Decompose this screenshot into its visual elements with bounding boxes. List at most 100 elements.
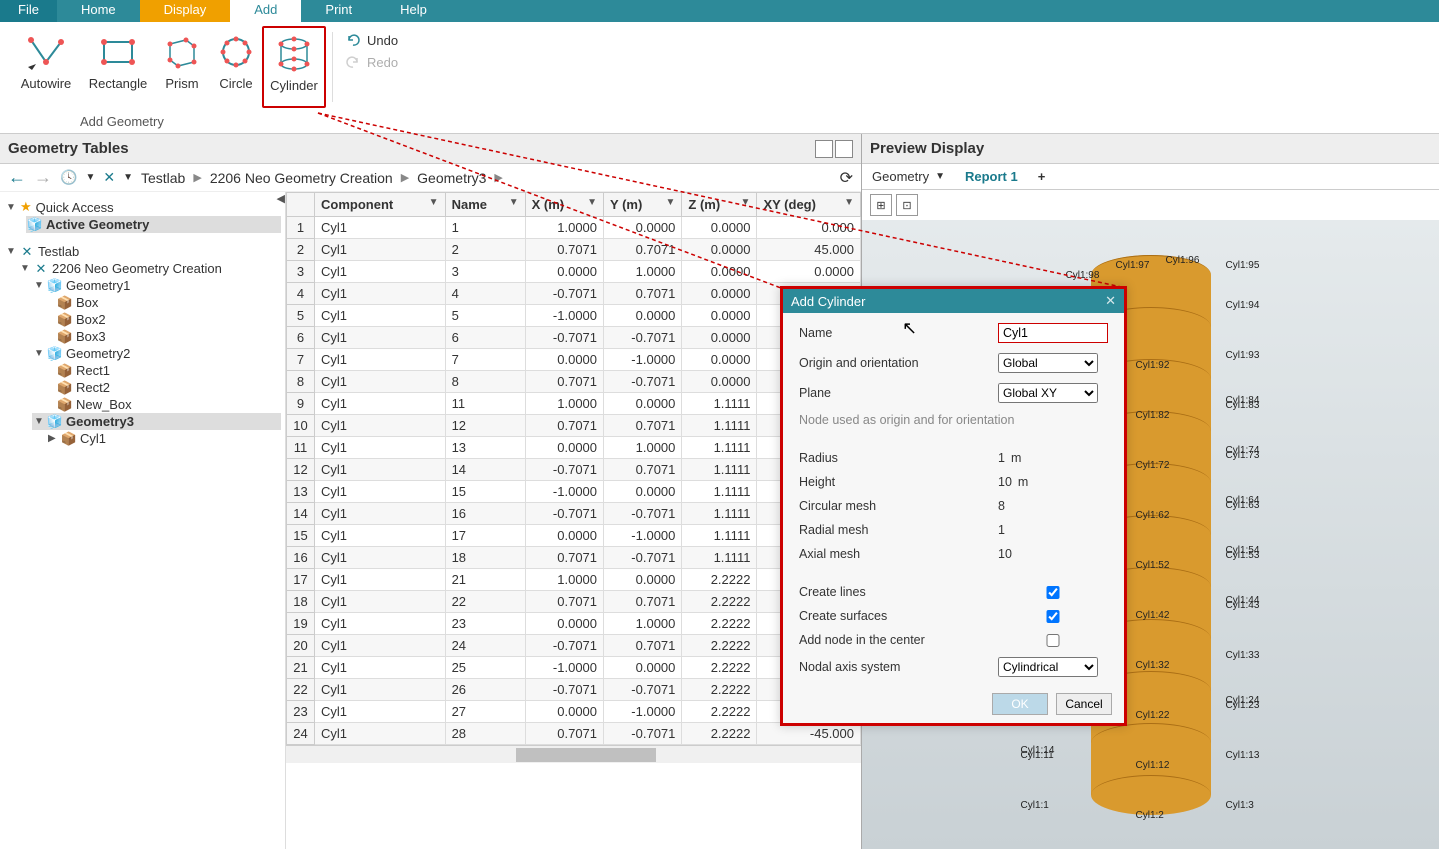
name-field[interactable]: [998, 323, 1108, 343]
tree-testlab[interactable]: ▼✕Testlab: [4, 243, 281, 260]
crumb-geometry[interactable]: Geometry3: [417, 170, 486, 186]
undo-button[interactable]: Undo: [345, 32, 398, 48]
menu-file[interactable]: File: [0, 0, 57, 22]
axial-label: Axial mesh: [799, 547, 990, 561]
reload-icon[interactable]: ⟳: [840, 168, 853, 188]
cancel-button[interactable]: Cancel: [1056, 693, 1112, 715]
nav-back-icon[interactable]: ←: [8, 167, 26, 188]
tree-geometry2[interactable]: ▼🧊Geometry2: [32, 345, 281, 362]
col-2[interactable]: Name ▼: [445, 193, 525, 217]
col-1[interactable]: Component ▼: [315, 193, 446, 217]
tree-cyl1[interactable]: ▶📦Cyl1: [46, 430, 281, 447]
node-label: Cyl1:13: [1226, 750, 1260, 761]
tab-report1[interactable]: Report 1: [955, 165, 1028, 188]
data-table: Component ▼Name ▼X (m) ▼Y (m) ▼Z (m) ▼XY…: [286, 192, 861, 849]
dropdown-icon[interactable]: ▼: [123, 172, 133, 183]
table-row[interactable]: 17Cyl1211.00000.00002.2222: [287, 569, 861, 591]
table-row[interactable]: 16Cyl1180.7071-0.70711.1111: [287, 547, 861, 569]
plane-select[interactable]: Global XY: [998, 383, 1098, 403]
node-label: Cyl1:3: [1226, 800, 1254, 811]
table-row[interactable]: 18Cyl1220.70710.70712.2222: [287, 591, 861, 613]
radius-label: Radius: [799, 451, 990, 465]
tree-geometry3[interactable]: ▼🧊Geometry3: [32, 413, 281, 430]
col-4[interactable]: Y (m) ▼: [604, 193, 682, 217]
testlab-icon[interactable]: ✕: [103, 169, 115, 186]
menubar: File Home Display Add Print Help: [0, 0, 1439, 22]
dialog-titlebar[interactable]: Add Cylinder ✕: [783, 289, 1124, 313]
table-row[interactable]: 22Cyl126-0.7071-0.70712.2222-135.000: [287, 679, 861, 701]
node-label: Cyl1:42: [1136, 610, 1170, 621]
origin-select[interactable]: Global: [998, 353, 1098, 373]
table-row[interactable]: 1Cyl111.00000.00000.00000.000: [287, 217, 861, 239]
table-row[interactable]: 14Cyl116-0.7071-0.70711.1111: [287, 503, 861, 525]
geometry-tables-title: Geometry Tables: [8, 140, 129, 157]
table-row[interactable]: 21Cyl125-1.00000.00002.2222-180.000: [287, 657, 861, 679]
table-row[interactable]: 9Cyl1111.00000.00001.1111: [287, 393, 861, 415]
tree-geometry1[interactable]: ▼🧊Geometry1: [32, 277, 281, 294]
menu-home[interactable]: Home: [57, 0, 140, 22]
prism-button[interactable]: Prism: [154, 26, 210, 97]
col-0[interactable]: [287, 193, 315, 217]
menu-help[interactable]: Help: [376, 0, 451, 22]
table-row[interactable]: 4Cyl14-0.70710.70710.0000: [287, 283, 861, 305]
table-row[interactable]: 12Cyl114-0.70710.70711.1111: [287, 459, 861, 481]
tree-rect2[interactable]: 📦Rect2: [56, 379, 281, 396]
history-icon[interactable]: 🕓: [60, 169, 77, 186]
table-row[interactable]: 8Cyl180.7071-0.70710.0000: [287, 371, 861, 393]
history-dropdown-icon[interactable]: ▼: [85, 172, 95, 183]
tree-box3[interactable]: 📦Box3: [56, 328, 281, 345]
ok-button[interactable]: OK: [992, 693, 1048, 715]
tree-rect1[interactable]: 📦Rect1: [56, 362, 281, 379]
table-row[interactable]: 6Cyl16-0.7071-0.70710.0000: [287, 327, 861, 349]
table-row[interactable]: 15Cyl1170.0000-1.00001.1111: [287, 525, 861, 547]
table-row[interactable]: 11Cyl1130.00001.00001.1111: [287, 437, 861, 459]
tree-box[interactable]: 📦Box: [56, 294, 281, 311]
table-row[interactable]: 19Cyl1230.00001.00002.2222: [287, 613, 861, 635]
tab-add[interactable]: +: [1028, 165, 1056, 188]
col-3[interactable]: X (m) ▼: [525, 193, 603, 217]
nodal-select[interactable]: Cylindrical: [998, 657, 1098, 677]
table-row[interactable]: 20Cyl124-0.70710.70712.2222: [287, 635, 861, 657]
tree-project[interactable]: ▼✕2206 Neo Geometry Creation: [18, 260, 281, 277]
table-row[interactable]: 7Cyl170.0000-1.00000.0000: [287, 349, 861, 371]
toolbar-btn-1[interactable]: ⊞: [870, 194, 892, 216]
menu-display[interactable]: Display: [140, 0, 231, 22]
col-6[interactable]: XY (deg) ▼: [757, 193, 861, 217]
layout-single-icon[interactable]: [835, 140, 853, 158]
table-row[interactable]: 10Cyl1120.70710.70711.1111: [287, 415, 861, 437]
origin-note: Node used as origin and for orientation: [799, 413, 1108, 427]
tree-collapse-icon[interactable]: ◀: [277, 192, 285, 205]
center-checkbox[interactable]: [998, 634, 1108, 647]
box-icon: 📦: [58, 381, 72, 395]
tree-newbox[interactable]: 📦New_Box: [56, 396, 281, 413]
table-row[interactable]: 24Cyl1280.7071-0.70712.2222-45.000: [287, 723, 861, 745]
table-row[interactable]: 5Cyl15-1.00000.00000.0000: [287, 305, 861, 327]
crumb-project[interactable]: 2206 Neo Geometry Creation: [210, 170, 393, 186]
tab-geometry[interactable]: Geometry▼: [862, 165, 955, 188]
autowire-label: Autowire: [21, 76, 72, 91]
table-row[interactable]: 13Cyl115-1.00000.00001.1111: [287, 481, 861, 503]
table-row[interactable]: 23Cyl1270.0000-1.00002.2222-90.000: [287, 701, 861, 723]
rectangle-button[interactable]: Rectangle: [82, 26, 154, 97]
redo-button[interactable]: Redo: [345, 54, 398, 70]
circle-button[interactable]: Circle: [210, 26, 262, 97]
close-icon[interactable]: ✕: [1105, 293, 1116, 309]
table-row[interactable]: 2Cyl120.70710.70710.000045.000: [287, 239, 861, 261]
testlab-icon: ✕: [20, 245, 34, 259]
autowire-button[interactable]: Autowire: [10, 26, 82, 97]
surfaces-checkbox[interactable]: [998, 610, 1108, 623]
tree-quick-access[interactable]: ▼★Quick Access: [4, 198, 281, 216]
lines-checkbox[interactable]: [998, 586, 1108, 599]
menu-add[interactable]: Add: [230, 0, 301, 22]
cylinder-button[interactable]: Cylinder: [262, 26, 326, 108]
crumb-testlab[interactable]: Testlab: [141, 170, 185, 186]
horizontal-scrollbar[interactable]: [286, 745, 861, 763]
tree-box2[interactable]: 📦Box2: [56, 311, 281, 328]
menu-print[interactable]: Print: [301, 0, 376, 22]
layout-split-icon[interactable]: [815, 140, 833, 158]
toolbar-btn-2[interactable]: ⊡: [896, 194, 918, 216]
table-row[interactable]: 3Cyl130.00001.00000.00000.0000: [287, 261, 861, 283]
col-5[interactable]: Z (m) ▼: [682, 193, 757, 217]
nav-fwd-icon[interactable]: →: [34, 167, 52, 188]
tree-active-geometry[interactable]: 🧊Active Geometry: [26, 216, 281, 233]
